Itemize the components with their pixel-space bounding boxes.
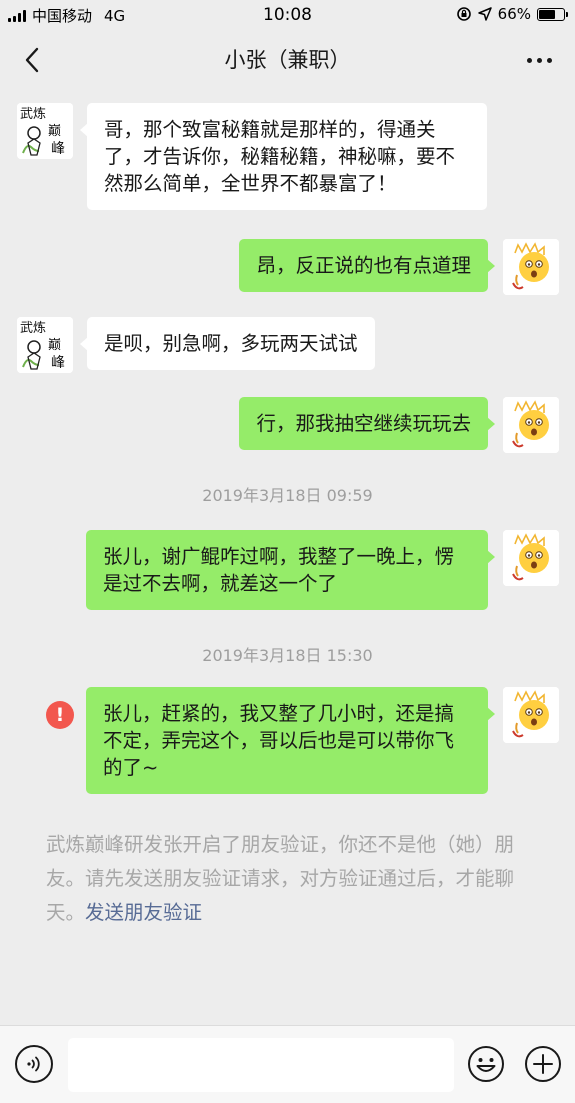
chat-header: 小张（兼职） bbox=[0, 30, 575, 88]
rotation-lock-icon bbox=[456, 7, 471, 21]
message-text: 哥，那个致富秘籍就是那样的，得通关了，才告诉你，秘籍秘籍，神秘嘛，要不然那么简单… bbox=[104, 118, 456, 195]
message-bubble[interactable]: 是呗，别急啊，多玩两天试试 bbox=[80, 317, 375, 370]
message-bubble[interactable]: 张儿，赶紧的，我又整了几小时，还是搞不定，弄完这个，哥以后也是可以带你飞的了~ bbox=[86, 687, 495, 794]
my-avatar-image bbox=[503, 397, 559, 453]
emoji-icon bbox=[468, 1046, 504, 1082]
message-text: 行，那我抽空继续玩玩去 bbox=[256, 412, 471, 435]
my-avatar-image bbox=[503, 687, 559, 743]
emoji-button[interactable] bbox=[467, 1045, 505, 1083]
my-avatar-image bbox=[503, 239, 559, 295]
voice-icon bbox=[27, 1056, 40, 1072]
message-bubble[interactable]: 昂，反正说的也有点道理 bbox=[239, 239, 495, 292]
avatar-text-2: 巅 bbox=[48, 338, 61, 353]
message-bubble[interactable]: 行，那我抽空继续玩玩去 bbox=[239, 397, 495, 450]
avatar-text-3: 峰 bbox=[51, 141, 65, 157]
message-text: 张儿，谢广鲲咋过啊，我整了一晚上，愣是过不去啊，就差这一个了 bbox=[103, 545, 455, 595]
timestamp: 2019年3月18日 09:59 bbox=[202, 486, 373, 505]
chat-title: 小张（兼职） bbox=[224, 48, 351, 72]
my-avatar[interactable] bbox=[503, 239, 559, 295]
message-input[interactable] bbox=[68, 1038, 454, 1092]
voice-input-button[interactable] bbox=[15, 1045, 53, 1083]
message-text: 昂，反正说的也有点道理 bbox=[256, 254, 471, 277]
friend-avatar[interactable]: 武炼 巅 峰 bbox=[17, 103, 73, 159]
battery-percent: 66% bbox=[497, 5, 531, 23]
plus-icon bbox=[525, 1046, 561, 1082]
avatar-text-1: 武炼 bbox=[20, 107, 46, 122]
location-icon bbox=[477, 7, 492, 21]
battery-level bbox=[539, 9, 555, 19]
avatar-text-3: 峰 bbox=[51, 355, 65, 371]
my-avatar[interactable] bbox=[503, 687, 559, 743]
battery-icon bbox=[537, 7, 568, 21]
avatar-text-2: 巅 bbox=[48, 124, 61, 139]
message-text: 是呗，别急啊，多玩两天试试 bbox=[104, 332, 358, 355]
my-avatar-image bbox=[503, 530, 559, 586]
friend-avatar-image: 武炼 巅 峰 bbox=[17, 103, 73, 159]
friend-avatar[interactable]: 武炼 巅 峰 bbox=[17, 317, 73, 373]
my-avatar[interactable] bbox=[503, 397, 559, 453]
system-notice: 武炼巅峰研发张开启了朋友验证，你还不是他（她）朋友。请先发送朋友验证请求，对方验… bbox=[46, 828, 536, 930]
friend-avatar-image: 武炼 巅 峰 bbox=[17, 317, 73, 373]
my-avatar[interactable] bbox=[503, 530, 559, 586]
send-failed-icon[interactable]: ! bbox=[46, 701, 74, 729]
more-button[interactable] bbox=[519, 42, 559, 78]
message-bubble[interactable]: 哥，那个致富秘籍就是那样的，得通关了，才告诉你，秘籍秘籍，神秘嘛，要不然那么简单… bbox=[80, 103, 487, 210]
status-right: 66% bbox=[456, 5, 568, 23]
status-bar: 中国移动 4G 10:08 66% bbox=[0, 0, 575, 30]
avatar-text-1: 武炼 bbox=[20, 321, 46, 336]
input-bar bbox=[0, 1025, 575, 1103]
more-functions-button[interactable] bbox=[524, 1045, 562, 1083]
timestamp: 2019年3月18日 15:30 bbox=[202, 646, 373, 665]
message-text: 张儿，赶紧的，我又整了几小时，还是搞不定，弄完这个，哥以后也是可以带你飞的了~ bbox=[103, 702, 455, 779]
send-friend-verification-link[interactable]: 发送朋友验证 bbox=[85, 901, 202, 924]
message-bubble[interactable]: 张儿，谢广鲲咋过啊，我整了一晚上，愣是过不去啊，就差这一个了 bbox=[86, 530, 495, 610]
